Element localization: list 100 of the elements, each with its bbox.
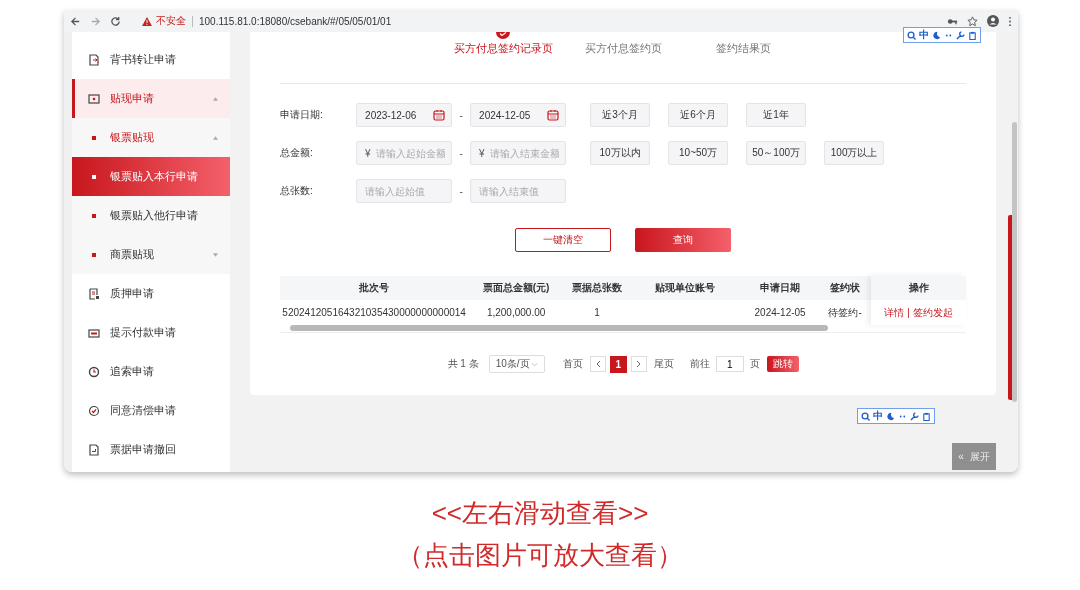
- address-bar[interactable]: 100.115.81.0:18080/csebank/#/05/05/01/01: [199, 15, 392, 27]
- preset-button[interactable]: 10~50万: [668, 141, 729, 165]
- ime-mode: 中: [873, 410, 883, 422]
- previous-page-button[interactable]: [589, 356, 606, 372]
- column-header: 批次号: [358, 281, 391, 295]
- search-icon: [861, 411, 870, 421]
- ime-toolbar[interactable]: 中: [903, 27, 981, 43]
- menu-icon[interactable]: [1008, 15, 1012, 27]
- clipboard-icon: [922, 411, 931, 421]
- scrollbar-thumb[interactable]: [1012, 122, 1017, 402]
- warning-icon: [142, 16, 152, 26]
- row-action-link[interactable]: 详情: [884, 305, 905, 320]
- sidebar-item[interactable]: 商票贴现: [71, 235, 231, 274]
- page-input[interactable]: 1: [715, 356, 744, 372]
- count-field[interactable]: 请输入结束值: [470, 179, 567, 203]
- monitor-icon: [87, 92, 100, 105]
- back-icon[interactable]: [70, 15, 81, 27]
- currency-sign: ¥: [365, 147, 371, 159]
- sidebar-item[interactable]: 追索申请: [71, 352, 231, 391]
- clear-button[interactable]: 一键清空: [515, 228, 612, 252]
- count-field[interactable]: 请输入起始值: [356, 179, 453, 203]
- calendar-icon: [433, 109, 446, 121]
- preset-button[interactable]: 近1年: [746, 103, 807, 127]
- text-input[interactable]: 请输入起始值: [365, 185, 446, 197]
- reload-icon[interactable]: [110, 15, 121, 27]
- preset-button[interactable]: 近6个月: [668, 103, 729, 127]
- amount-field[interactable]: ¥ 请输入起始金额: [356, 141, 453, 165]
- card-icon: [87, 326, 100, 339]
- sidebar-item[interactable]: 银票贴入本行申请: [71, 157, 231, 196]
- moon-icon: [886, 411, 895, 421]
- sidebar-item[interactable]: 银票贴入他行申请: [71, 196, 231, 235]
- step-tab[interactable]: 签约结果页: [683, 32, 804, 83]
- page-number[interactable]: 1: [609, 355, 627, 373]
- last-page-link[interactable]: 尾页: [653, 357, 674, 371]
- check-circle-icon: [87, 404, 100, 417]
- bullet-icon: [91, 213, 96, 218]
- query-button[interactable]: 查询: [635, 228, 732, 252]
- field-label: 总金额:: [280, 146, 314, 160]
- range-separator: -: [458, 147, 464, 159]
- chevron-right-icon: [635, 360, 642, 368]
- date-field[interactable]: 2024-12-05: [470, 103, 567, 127]
- column-header: 申请日期: [759, 281, 802, 295]
- sidebar-item[interactable]: 同意清偿申请: [71, 391, 231, 430]
- amount-field[interactable]: ¥ 请输入结束金额: [470, 141, 567, 165]
- page-size-select[interactable]: 10条/页: [488, 355, 545, 373]
- sidebar-item[interactable]: 票据申请撤回: [71, 430, 231, 469]
- document-icon: [87, 443, 100, 456]
- ime-toolbar[interactable]: 中: [857, 408, 935, 424]
- first-page-link[interactable]: 首页: [562, 357, 583, 371]
- column-header: 签约状: [829, 281, 862, 295]
- document-arrow-icon: [87, 53, 100, 66]
- link-separator: |: [907, 307, 910, 318]
- calendar-icon: [547, 109, 560, 121]
- row-action-link[interactable]: 签约发起: [912, 305, 953, 320]
- table-cell-text: 2024-12-05: [753, 307, 807, 318]
- wrench-icon: [910, 411, 919, 421]
- next-page-button[interactable]: [630, 356, 647, 372]
- table-cell-text: 1,200,000.00: [485, 307, 547, 318]
- page-unit: 页: [749, 357, 760, 371]
- account-icon[interactable]: [987, 15, 999, 27]
- security-label[interactable]: 不安全: [156, 14, 186, 28]
- clock-icon: [87, 365, 100, 378]
- date-field[interactable]: 2023-12-06: [356, 103, 453, 127]
- bullet-icon: [91, 135, 96, 140]
- clipboard-icon: [968, 30, 977, 40]
- moon-icon: [932, 30, 941, 40]
- field-label: 申请日期:: [280, 108, 324, 122]
- scrollbar-thumb[interactable]: [290, 325, 829, 331]
- step-tab[interactable]: 买方付息签约记录页: [443, 32, 564, 83]
- range-separator: -: [458, 185, 464, 197]
- preset-button[interactable]: 10万以内: [590, 141, 651, 165]
- star-icon[interactable]: [967, 15, 978, 27]
- step-tab[interactable]: 买方付息签约页: [563, 32, 684, 83]
- total-count: 共 1 条: [447, 357, 479, 371]
- jump-button[interactable]: 跳转: [766, 356, 799, 372]
- text-input[interactable]: 请输入结束值: [479, 185, 560, 197]
- preset-button[interactable]: 100万以上: [824, 141, 885, 165]
- ime-mode: 中: [919, 29, 929, 41]
- table-cell-text: 待签约-: [827, 305, 863, 320]
- text-input[interactable]: 请输入结束金额: [489, 147, 560, 159]
- preset-button[interactable]: 近3个月: [590, 103, 651, 127]
- sidebar-item[interactable]: 银票贴现: [71, 118, 231, 157]
- search-icon: [907, 30, 916, 40]
- chevron-left-icon: [594, 360, 601, 368]
- goto-label: 前往: [689, 357, 710, 371]
- bullet-icon: [91, 174, 96, 179]
- chevron-down-icon: [530, 361, 538, 367]
- side-tab[interactable]: [1008, 215, 1013, 400]
- column-header: 操作: [871, 276, 967, 300]
- sidebar-item[interactable]: 提示付款申请: [71, 313, 231, 352]
- currency-sign: ¥: [479, 147, 485, 159]
- sidebar-item[interactable]: 背书转让申请: [71, 40, 231, 79]
- preset-button[interactable]: 50～100万: [746, 141, 807, 165]
- text-input[interactable]: 请输入起始金额: [375, 147, 446, 159]
- caption-text: <<左右滑动查看>>: [431, 497, 649, 530]
- range-separator: -: [458, 109, 464, 121]
- sidebar-item[interactable]: 质押申请: [71, 274, 231, 313]
- bullet-icon: [91, 252, 96, 257]
- sidebar-item[interactable]: 贴现申请: [71, 79, 231, 118]
- column-header: 票面总金额(元): [481, 281, 551, 295]
